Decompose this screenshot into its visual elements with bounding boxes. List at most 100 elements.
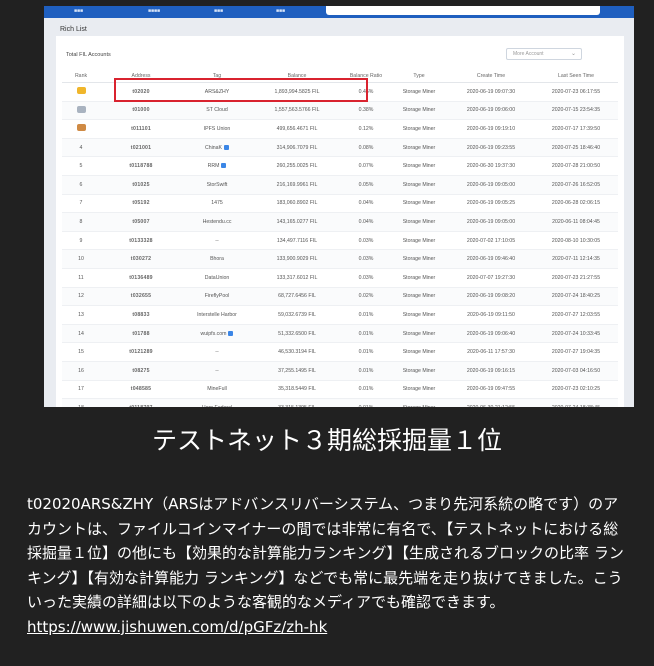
cell-create: 2020-06-19 09:06:40 xyxy=(448,324,534,344)
tag-text: Interstelle Harbor xyxy=(197,311,237,318)
cell-create: 2020-06-19 09:05:25 xyxy=(448,194,534,214)
nav-item: ■■■ xyxy=(74,8,84,14)
cell-type: Storage Miner xyxy=(390,82,448,102)
cell-create: 2020-07-07 19:27:30 xyxy=(448,268,534,288)
cell-type: Storage Miner xyxy=(390,305,448,325)
cell-last: 2020-07-23 06:17:55 xyxy=(534,82,618,102)
cell-address: t021001 xyxy=(100,138,182,158)
cell-address: t01788 xyxy=(100,324,182,344)
table-row[interactable]: 7 t05192 1475 183,060.8902 FIL 0.04% Storage … xyxy=(62,194,618,214)
cell-tag: Hestendu.cc xyxy=(182,212,252,232)
cell-balance: 216,169.9961 FIL xyxy=(252,175,342,195)
medal-icon xyxy=(76,87,86,95)
table-row[interactable]: 16 t08275 -- 37,255.1495 FIL 0.01% Storage Mi… xyxy=(62,361,618,381)
cell-create: 2020-06-19 09:06:00 xyxy=(448,101,534,121)
column-header: Create Time xyxy=(448,70,534,83)
cell-last: 2020-07-17 17:39:50 xyxy=(534,119,618,139)
cell-type: Storage Miner xyxy=(390,194,448,214)
table-row[interactable]: 11 t0136489 DataUnion 133,317.6012 FIL 0.03%… xyxy=(62,268,618,288)
cell-balance: 37,255.1495 FIL xyxy=(252,361,342,381)
cell-last: 2020-07-24 18:38:45 xyxy=(534,398,618,407)
cell-address: t0121289 xyxy=(100,342,182,362)
cell-ratio: 0.01% xyxy=(342,380,390,400)
cell-last: 2020-07-28 21:00:50 xyxy=(534,156,618,176)
table-row[interactable]: 12 t032655 FireflyPool 68,727.6456 FIL 0.02%… xyxy=(62,287,618,307)
cell-type: Storage Miner xyxy=(390,324,448,344)
table-row[interactable]: 18t0118797 Horn Federal 33,315.1395 FIL0.0… xyxy=(62,398,618,407)
cell-rank: 17 xyxy=(62,380,100,400)
source-link[interactable]: https://www.jishuwen.com/d/pGFz/zh-hk xyxy=(27,618,327,636)
table-row[interactable]: 10 t030272 Bhora 133,900.9029 FIL 0.03% Stora… xyxy=(62,249,618,269)
column-header: Rank xyxy=(62,70,100,83)
cell-balance: 143,165.0277 FIL xyxy=(252,212,342,232)
tag-text: DataUnion xyxy=(204,274,230,281)
cell-create: 2020-06-19 09:19:10 xyxy=(448,119,534,139)
cell-rank xyxy=(62,119,100,139)
cell-tag: MineFull xyxy=(182,380,252,400)
cell-create: 2020-06-11 17:57:30 xyxy=(448,342,534,362)
cell-rank: 12 xyxy=(62,287,100,307)
cell-rank: 15 xyxy=(62,342,100,362)
table-row[interactable]: 17 t048585 MineFull 35,318.5449 FIL 0.01% Sto… xyxy=(62,380,618,400)
cell-ratio: 0.05% xyxy=(342,175,390,195)
cell-last: 2020-07-23 02:10:25 xyxy=(534,380,618,400)
table-row[interactable]: 4 t021001 ChinaK 314,906.7079 FIL 0.08% Stora… xyxy=(62,138,618,158)
table-row[interactable]: 5 t0118788 RRM 260,255.0025 FIL 0.07% Storage… xyxy=(62,156,618,176)
cell-type: Storage Miner xyxy=(390,175,448,195)
cell-address: t032655 xyxy=(100,287,182,307)
cell-tag: StorSwift xyxy=(182,175,252,195)
cell-rank: 18 xyxy=(62,398,100,407)
column-header: Last Seen Time xyxy=(534,70,618,83)
cell-rank: 7 xyxy=(62,194,100,214)
cell-ratio: 0.01% xyxy=(342,398,390,407)
cell-address: t0133328 xyxy=(100,231,182,251)
search-input[interactable] xyxy=(326,6,600,15)
caption-heading: テストネット３期総採掘量１位 xyxy=(151,426,502,455)
table-row[interactable]: 15 t0121289 -- 46,530.3194 FIL 0.01% Storage … xyxy=(62,342,618,362)
cell-type: Storage Miner xyxy=(390,268,448,288)
cell-ratio: 0.01% xyxy=(342,342,390,362)
cell-create: 2020-06-30 19:37:30 xyxy=(448,156,534,176)
table-row[interactable]: 14 t01788 wuipfs.com 51,332.6500 FIL 0.01% St… xyxy=(62,324,618,344)
nav-item: ■■■ xyxy=(276,8,286,14)
cell-rank: 5 xyxy=(62,156,100,176)
cell-ratio: 0.12% xyxy=(342,119,390,139)
caption-body: t02020ARS&ZHY（ARSはアドバンスリバーシステム、つまり先河系統の略… xyxy=(27,495,624,612)
cell-balance: 499,656.4671 FIL xyxy=(252,119,342,139)
cell-rank: 16 xyxy=(62,361,100,381)
cell-rank: 14 xyxy=(62,324,100,344)
cell-balance: 183,060.8902 FIL xyxy=(252,194,342,214)
cell-tag: -- xyxy=(182,361,252,381)
cell-create: 2020-06-19 09:05:00 xyxy=(448,175,534,195)
cell-address: t01000 xyxy=(100,101,182,121)
cell-type: Storage Miner xyxy=(390,212,448,232)
cell-tag: RRM xyxy=(182,156,252,176)
cell-type: Storage Miner xyxy=(390,361,448,381)
cell-ratio: 0.03% xyxy=(342,268,390,288)
cell-address: t0136489 xyxy=(100,268,182,288)
cell-tag: Bhora xyxy=(182,249,252,269)
tag-text: wuipfs.com xyxy=(200,330,227,337)
tag-text: Bhora xyxy=(210,256,224,263)
cell-address: t08833 xyxy=(100,305,182,325)
cell-last: 2020-07-24 18:40:25 xyxy=(534,287,618,307)
table-row[interactable]: 13 t08833 Interstelle Harbor 59,032.6739 FI… xyxy=(62,305,618,325)
account-dropdown[interactable]: More Account ⌄ xyxy=(506,48,582,60)
cell-rank xyxy=(62,101,100,121)
cell-ratio: 0.01% xyxy=(342,324,390,344)
cell-address: t030272 xyxy=(100,249,182,269)
table-row[interactable]: 9 t0133328 -- 134,497.7116 FIL 0.03% Storage … xyxy=(62,231,618,251)
table-row[interactable]: 6 t01025 StorSwift 216,169.9961 FIL 0.05% Sto… xyxy=(62,175,618,195)
cell-ratio: 0.04% xyxy=(342,194,390,214)
tag-text: ST Cloud xyxy=(206,107,228,114)
table-row[interactable]: t011101 IPFS Union 499,656.4671 FIL 0.12% St… xyxy=(62,119,618,139)
table-row[interactable]: 8 t05007 Hestendu.cc 143,165.0277 FIL 0.04% S… xyxy=(62,212,618,232)
top-navigation-bar: ■■■ ■■■■ ■■■ ■■■ xyxy=(44,6,634,18)
cell-last: 2020-06-11 08:04:45 xyxy=(534,212,618,232)
cell-balance: 35,318.5449 FIL xyxy=(252,380,342,400)
cell-rank: 9 xyxy=(62,231,100,251)
table-row[interactable]: t01000 ST Cloud 1,557,563.5766 FIL 0.38% Sto… xyxy=(62,101,618,121)
cell-ratio: 0.03% xyxy=(342,231,390,251)
chevron-down-icon: ⌄ xyxy=(570,51,576,57)
cell-ratio: 0.07% xyxy=(342,156,390,176)
